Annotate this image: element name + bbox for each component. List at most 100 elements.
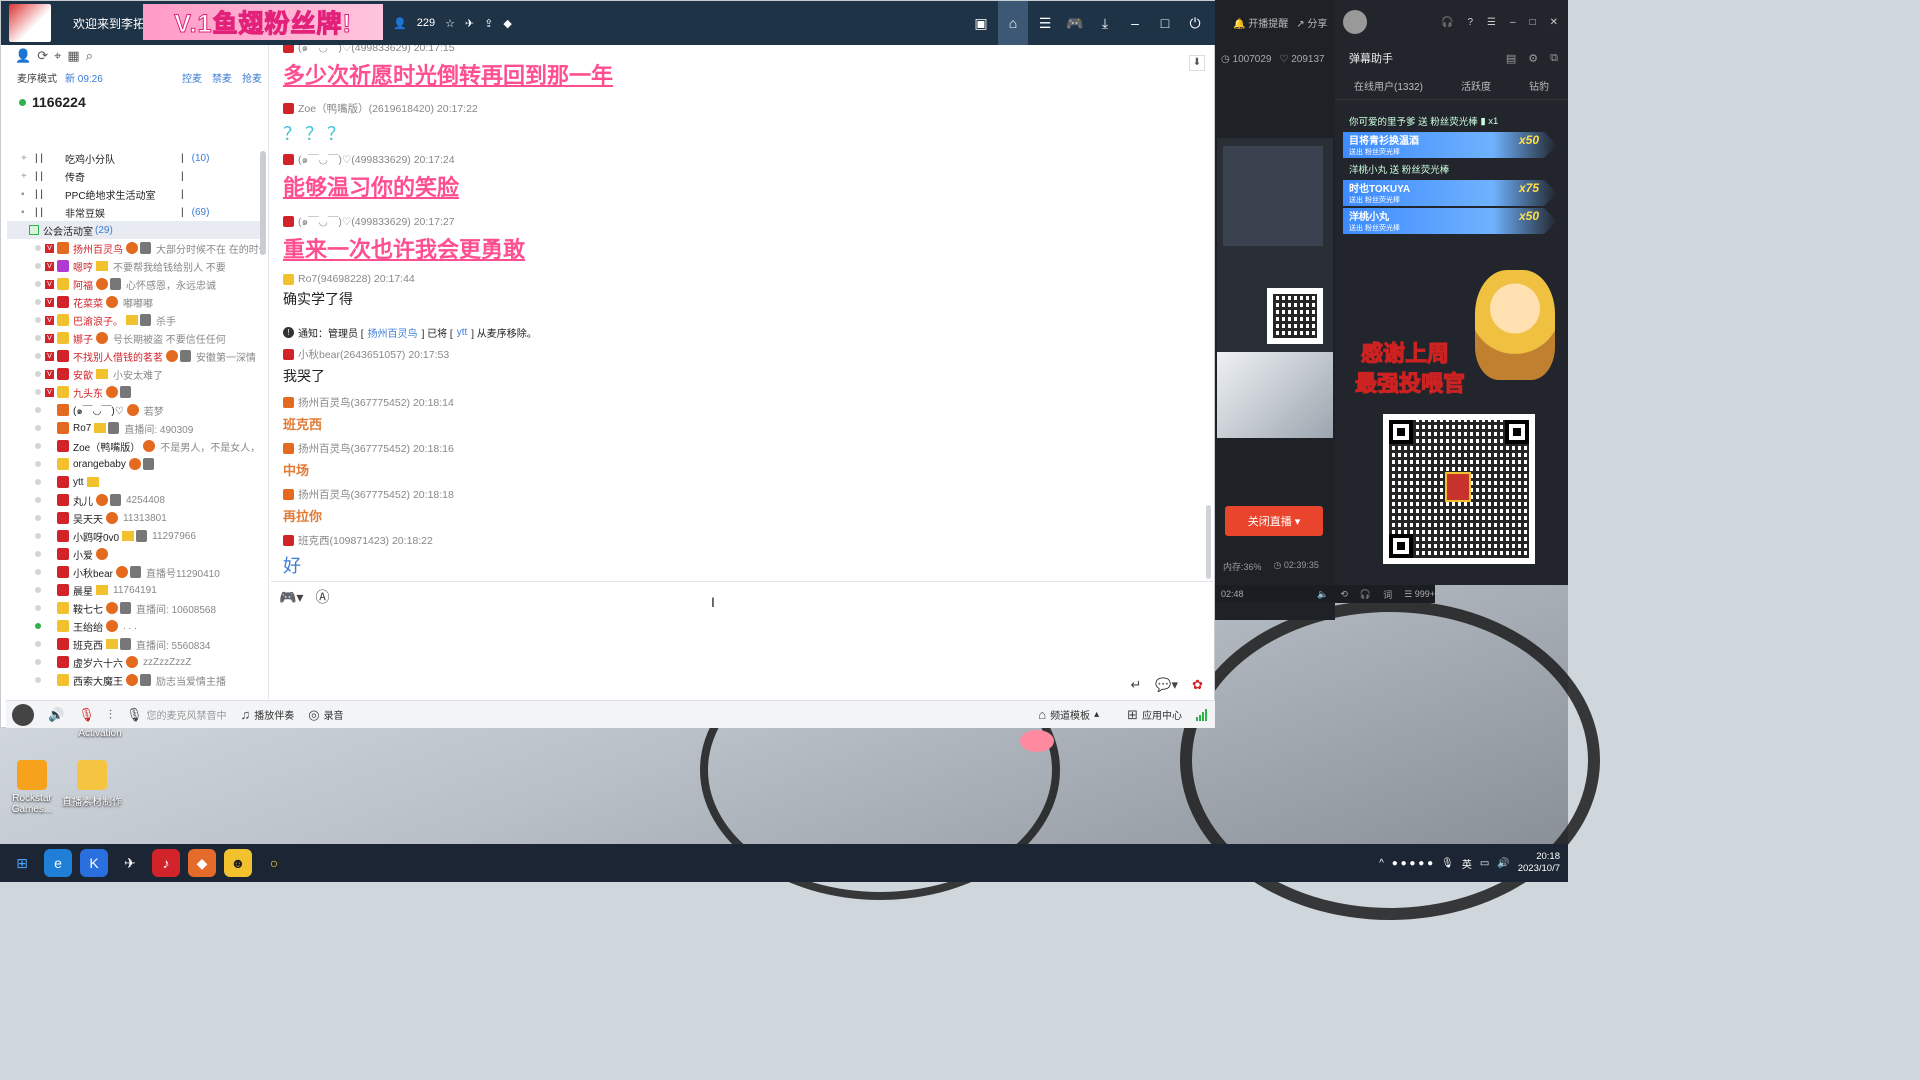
close-icon[interactable]: ✕ <box>1550 17 1558 28</box>
volume-button[interactable]: 🔊 <box>48 707 64 723</box>
loop-icon[interactable]: ⟲ <box>1340 589 1348 600</box>
sender-and-time[interactable]: (๑￣◡￣)♡(499833629) 20:17:15 <box>298 45 455 56</box>
member-row[interactable]: V 嗯哼 不要帮我给钱给别人 不要 <box>7 257 261 275</box>
share-icon[interactable]: ⇪ <box>484 17 493 30</box>
expand-icon[interactable]: + <box>21 171 35 182</box>
location-icon[interactable]: ⌖ <box>54 48 61 64</box>
member-row[interactable]: 西索大魔王 励志当爱情主播 <box>7 671 261 689</box>
popout-icon[interactable]: ⧉ <box>1550 52 1558 65</box>
channel-row[interactable]: + | | 吃鸡小分队 | (10) <box>7 149 261 167</box>
my-avatar[interactable] <box>12 703 34 726</box>
download-icon[interactable]: ⤓ <box>1092 10 1118 36</box>
member-row[interactable]: 小爱 <box>7 545 261 563</box>
desktop-icon-rockstar[interactable]: Rockstar Games... <box>0 760 64 815</box>
menu-icon[interactable]: ☰ <box>1487 17 1496 28</box>
sender-and-time[interactable]: (๑￣◡￣)♡(499833629) 20:17:27 <box>298 213 455 230</box>
desktop-icon-folder[interactable]: 直播素材制作 <box>60 760 124 808</box>
settings-icon[interactable]: ⚙ <box>1528 52 1538 65</box>
sender-and-time[interactable]: (๑￣◡￣)♡(499833629) 20:17:24 <box>298 151 455 168</box>
edge-icon[interactable]: e <box>44 849 72 877</box>
gamepad-icon[interactable]: 🎮 <box>1062 10 1088 36</box>
record-button[interactable]: ◎ 录音 <box>308 707 343 723</box>
current-channel-row[interactable]: 公会活动室 (29) <box>7 221 261 239</box>
send-mode-icon[interactable]: 💬▾ <box>1155 677 1178 693</box>
flower-icon[interactable]: ✿ <box>1192 677 1203 693</box>
grab-mic-link[interactable]: 抢麦 <box>242 70 262 85</box>
network-icon[interactable]: ▭ <box>1480 858 1489 869</box>
headphone-icon[interactable]: 🎧 <box>1360 589 1371 600</box>
tray-apps-icon[interactable]: ● ● ● ● ● <box>1392 858 1433 869</box>
member-row[interactable]: Ro7 直播间: 490309 <box>7 419 261 437</box>
member-row[interactable]: V 巴渝浪子。 杀手 <box>7 311 261 329</box>
member-row[interactable]: 丸儿 4254408 <box>7 491 261 509</box>
sidebar-scrollbar[interactable] <box>260 151 266 255</box>
member-row[interactable]: 班克西 直播间: 5560834 <box>7 635 261 653</box>
sender-and-time[interactable]: 扬州百灵鸟(367775452) 20:18:18 <box>298 487 454 502</box>
mic-button[interactable]: 🎙 <box>78 707 95 723</box>
member-row[interactable]: V 娜子 号长期被盗 不要信任任何 <box>7 329 261 347</box>
favorite-star-icon[interactable]: ☆ <box>445 17 455 30</box>
tab-online-users[interactable]: 在线用户(1332) <box>1354 78 1423 93</box>
minimize-icon[interactable]: – <box>1122 10 1148 36</box>
app-center-button[interactable]: ⊞ 应用中心 <box>1127 707 1182 723</box>
channel-row[interactable]: ▪ | | 非常豆娱 | (69) <box>7 203 261 221</box>
help-icon[interactable]: ? <box>1467 17 1473 28</box>
note-icon[interactable]: ▤ <box>1506 52 1516 65</box>
share-link[interactable]: ↗ 分享 <box>1296 15 1327 30</box>
ime-indicator[interactable]: 英 <box>1462 856 1472 871</box>
playlist-count[interactable]: ☰ 999+ <box>1404 589 1435 600</box>
refresh-icon[interactable]: ⟳ <box>37 48 48 64</box>
stream-preview[interactable] <box>1217 138 1333 438</box>
member-row[interactable]: 虚岁六十六 zzZzzZzzZ <box>7 653 261 671</box>
member-row[interactable]: V 不找别人借钱的茗茗 安徽第一深情 <box>7 347 261 365</box>
sender-and-time[interactable]: 班克西(109871423) 20:18:22 <box>298 533 433 548</box>
sender-and-time[interactable]: Zoe（鸭嘴版）(2619618420) 20:17:22 <box>298 101 478 116</box>
user-link[interactable]: 扬州百灵鸟 <box>368 325 418 340</box>
tab-diamond[interactable]: 钻豹 <box>1529 78 1549 93</box>
sender-and-time[interactable]: 扬州百灵鸟(367775452) 20:18:16 <box>298 441 454 456</box>
tab-activity[interactable]: 活跃度 <box>1461 78 1491 93</box>
clock[interactable]: 20:18 2023/10/7 <box>1518 851 1560 875</box>
circle-app-icon[interactable]: ○ <box>260 849 288 877</box>
ban-mic-link[interactable]: 禁麦 <box>212 70 232 85</box>
mixer-button[interactable]: ⫶ <box>109 707 112 723</box>
streamer-avatar[interactable] <box>1343 10 1367 34</box>
member-row[interactable]: 鞍七七 直播间: 10608568 <box>7 599 261 617</box>
maximize-icon[interactable]: □ <box>1152 10 1178 36</box>
volume-icon[interactable]: 🔈 <box>1317 589 1328 600</box>
member-row[interactable]: 王绐绐 . . . <box>7 617 261 635</box>
netease-music-icon[interactable]: ♪ <box>152 849 180 877</box>
member-row[interactable]: orangebaby <box>7 455 261 473</box>
yy-icon[interactable]: ☻ <box>224 849 252 877</box>
chat-input-area[interactable]: 🎮▾ Ⓐ I ↵ 💬▾ ✿ <box>271 581 1213 699</box>
close-live-button[interactable]: 关闭直播 ▾ <box>1225 506 1323 536</box>
sender-and-time[interactable]: Ro7(94698228) 20:17:44 <box>298 273 415 285</box>
member-row[interactable]: 吴天天 11313801 <box>7 509 261 527</box>
game-launcher-icon[interactable]: ◆ <box>188 849 216 877</box>
expand-icon[interactable]: + <box>21 153 35 164</box>
member-row[interactable]: V 扬州百灵鸟 大部分时候不在 在的时候 <box>7 239 261 257</box>
member-row[interactable]: ytt <box>7 473 261 491</box>
channel-avatar[interactable] <box>9 4 51 42</box>
user-link[interactable]: ytt <box>457 327 468 338</box>
accompany-button[interactable]: ♫ 播放伴奏 <box>240 707 294 722</box>
shield-icon[interactable]: ◆ <box>503 17 511 30</box>
enter-icon[interactable]: ↵ <box>1130 677 1141 693</box>
emoji-game-icon[interactable]: 🎮▾ <box>279 589 303 606</box>
scroll-down-icon[interactable]: ⬇ <box>1189 55 1205 71</box>
member-row[interactable]: V 九头东 <box>7 383 261 401</box>
mic-mode-select[interactable]: 麦序模式 <box>17 70 57 85</box>
maximize-icon[interactable]: □ <box>1530 17 1536 28</box>
member-row[interactable]: 小鸥呀0v0 11297966 <box>7 527 261 545</box>
headset-icon[interactable]: 🎧 <box>1441 17 1453 28</box>
minimize-icon[interactable]: – <box>1510 17 1516 28</box>
channel-row[interactable]: ▪ | | PPC绝地求生活动室 | <box>7 185 261 203</box>
font-style-icon[interactable]: Ⓐ <box>315 587 329 607</box>
volume-tray-icon[interactable]: 🔊 <box>1497 858 1509 869</box>
sender-and-time[interactable]: 扬州百灵鸟(367775452) 20:18:14 <box>298 395 454 410</box>
tray-expand-icon[interactable]: ^ <box>1379 858 1384 869</box>
member-row[interactable]: 小秋bear 直播号11290410 <box>7 563 261 581</box>
member-row[interactable]: V 花菜菜 嘟嘟嘟 <box>7 293 261 311</box>
member-row[interactable]: Zoe（鸭嘴版） 不是男人，不是女人， <box>7 437 261 455</box>
lyrics-icon[interactable]: 词 <box>1383 588 1392 601</box>
